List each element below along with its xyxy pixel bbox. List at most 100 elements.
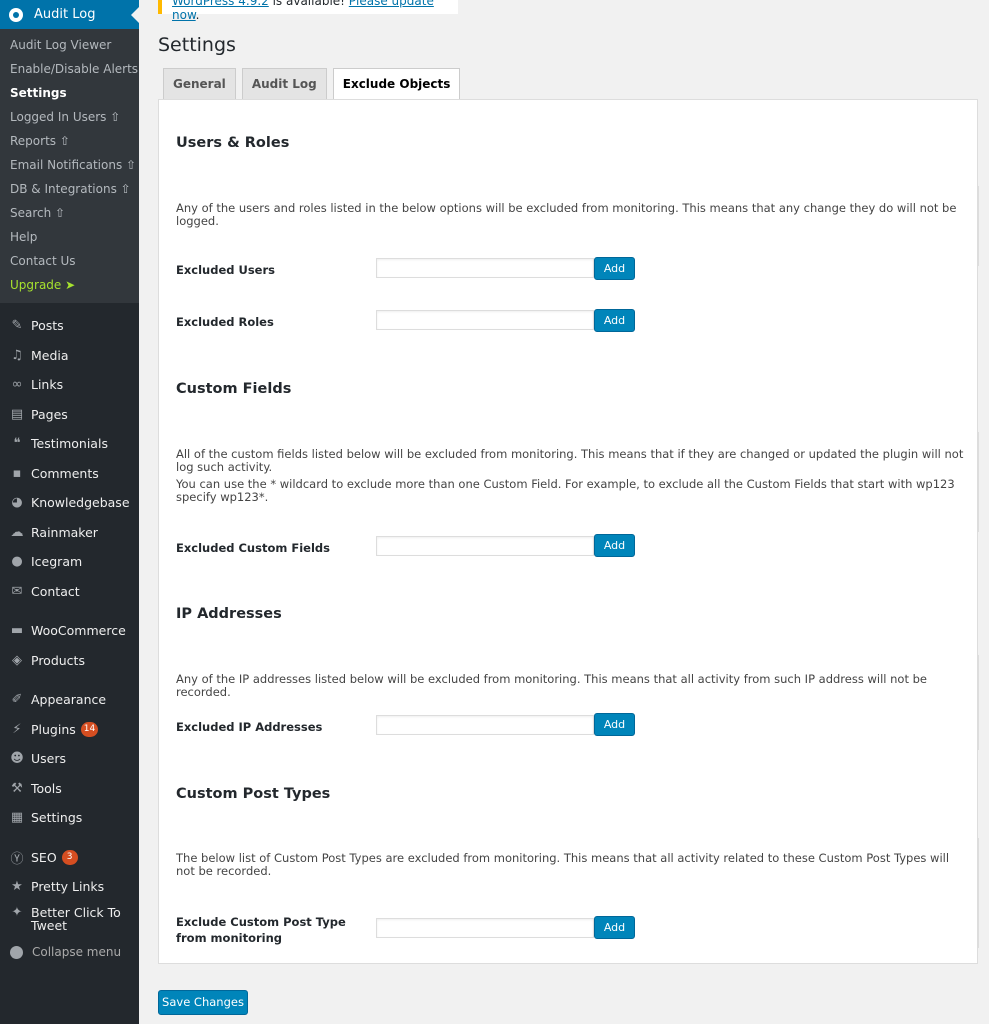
- menu-comments-label: Comments: [31, 465, 99, 481]
- seo-count-badge: 3: [61, 849, 78, 865]
- menu-contact-label: Contact: [31, 583, 80, 599]
- submenu-search[interactable]: Search ⇧: [0, 201, 139, 225]
- menu-settings[interactable]: ▦ Settings: [0, 803, 139, 833]
- add-excluded-custom-field-button[interactable]: Add: [594, 534, 635, 557]
- collapse-icon: [10, 945, 23, 959]
- save-changes-button[interactable]: Save Changes: [158, 990, 248, 1015]
- exclude-custom-post-type-input[interactable]: [376, 918, 594, 938]
- pin-icon: ✎: [11, 318, 23, 334]
- excluded-ip-addresses-input[interactable]: [376, 715, 594, 735]
- menu-pages[interactable]: ▤ Pages: [0, 400, 139, 430]
- menu-testimonials[interactable]: ❝ Testimonials: [0, 429, 139, 459]
- menu-seo[interactable]: Ⓨ SEO 3: [0, 843, 139, 873]
- menu-links[interactable]: ∞ Links: [0, 370, 139, 400]
- menu-appearance[interactable]: ✐ Appearance: [0, 685, 139, 715]
- submenu-settings[interactable]: Settings: [0, 81, 139, 105]
- add-excluded-role-button[interactable]: Add: [594, 309, 635, 332]
- menu-pretty-links-label: Pretty Links: [31, 879, 105, 895]
- menu-pretty-links[interactable]: ★ Pretty Links: [0, 872, 139, 902]
- box-icon: ◈: [12, 652, 22, 668]
- menu-tools-label: Tools: [31, 780, 62, 796]
- wrench-icon: ⚒: [11, 780, 23, 796]
- collapse-menu-button[interactable]: Collapse menu: [0, 938, 139, 968]
- menu-products[interactable]: ◈ Products: [0, 646, 139, 676]
- submenu-help[interactable]: Help: [0, 225, 139, 249]
- menu-audit-log[interactable]: Audit Log: [0, 0, 139, 29]
- menu-seo-label: SEO: [31, 849, 57, 865]
- users-roles-description: Any of the users and roles listed in the…: [176, 201, 957, 228]
- divider: [978, 186, 979, 266]
- submenu-upgrade[interactable]: Upgrade ➤: [0, 273, 139, 297]
- submenu-db-integrations[interactable]: DB & Integrations ⇧: [0, 177, 139, 201]
- excluded-custom-fields-input[interactable]: [376, 536, 594, 556]
- menu-icegram[interactable]: ● Icegram: [0, 547, 139, 577]
- user-icon: ☻: [10, 751, 24, 767]
- menu-better-click-to-tweet[interactable]: ✦ Better Click To Tweet: [0, 902, 139, 938]
- wordpress-version-link[interactable]: WordPress 4.9.2: [172, 0, 269, 8]
- star-icon: ★: [11, 879, 23, 895]
- audit-log-submenu: Audit Log Viewer Enable/Disable Alerts S…: [0, 29, 139, 303]
- link-icon: ∞: [11, 377, 23, 393]
- submenu-logged-in-users[interactable]: Logged In Users ⇧: [0, 105, 139, 129]
- settings-tabs: General Audit Log Exclude Objects: [163, 68, 466, 100]
- tab-exclude-objects[interactable]: Exclude Objects: [332, 68, 461, 100]
- excluded-ip-addresses-label: Excluded IP Addresses: [176, 720, 323, 734]
- comment-icon: ▪: [12, 465, 22, 481]
- custom-post-types-description: The below list of Custom Post Types are …: [176, 851, 950, 878]
- menu-rainmaker-label: Rainmaker: [31, 524, 98, 540]
- menu-users[interactable]: ☻ Users: [0, 744, 139, 774]
- excluded-roles-input[interactable]: [376, 310, 594, 330]
- add-excluded-post-type-button[interactable]: Add: [594, 916, 635, 939]
- submenu-contact-us[interactable]: Contact Us: [0, 249, 139, 273]
- collapse-menu-label: Collapse menu: [32, 945, 122, 960]
- seo-icon: Ⓨ: [10, 851, 24, 867]
- excluded-users-input[interactable]: [376, 258, 594, 278]
- media-icon: ♫: [11, 347, 23, 363]
- menu-knowledgebase[interactable]: ◕ Knowledgebase: [0, 488, 139, 518]
- menu-products-label: Products: [31, 652, 85, 668]
- menu-media-label: Media: [31, 347, 69, 363]
- menu-posts-label: Posts: [31, 318, 64, 334]
- main-menu: ✎ Posts ♫ Media ∞ Links ▤ Pages ❝ Testimonial…: [0, 303, 139, 967]
- tab-audit-log[interactable]: Audit Log: [241, 68, 327, 99]
- excluded-custom-fields-label: Excluded Custom Fields: [176, 541, 330, 555]
- menu-users-label: Users: [31, 751, 67, 767]
- knowledgebase-icon: ◕: [11, 495, 23, 511]
- ip-addresses-description: Any of the IP addresses listed below wil…: [176, 672, 928, 699]
- exclude-custom-post-type-label: Exclude Custom Post Type from monitoring: [176, 915, 346, 945]
- update-notice: WordPress 4.9.2 is available! Please upd…: [158, 0, 458, 22]
- divider: [978, 432, 979, 532]
- plugin-icon: ⚡: [12, 721, 22, 737]
- admin-sidebar: Audit Log Audit Log Viewer Enable/Disabl…: [0, 0, 139, 1024]
- menu-links-label: Links: [31, 377, 64, 393]
- submenu-audit-log-viewer[interactable]: Audit Log Viewer: [0, 33, 139, 57]
- menu-posts[interactable]: ✎ Posts: [0, 311, 139, 341]
- menu-plugins[interactable]: ⚡ Plugins 14: [0, 715, 139, 745]
- menu-audit-log-label: Audit Log: [34, 7, 96, 22]
- add-excluded-ip-button[interactable]: Add: [594, 713, 635, 736]
- woocommerce-icon: ▬: [10, 623, 24, 639]
- menu-woocommerce[interactable]: ▬ WooCommerce: [0, 616, 139, 646]
- submenu-email-notifications[interactable]: Email Notifications ⇧: [0, 153, 139, 177]
- page-title: Settings: [158, 34, 236, 56]
- menu-appearance-label: Appearance: [31, 692, 107, 708]
- menu-comments[interactable]: ▪ Comments: [0, 459, 139, 489]
- tab-general[interactable]: General: [163, 68, 236, 99]
- menu-contact[interactable]: ✉ Contact: [0, 577, 139, 607]
- audit-log-icon: [9, 7, 23, 22]
- menu-tools[interactable]: ⚒ Tools: [0, 774, 139, 804]
- add-excluded-user-button[interactable]: Add: [594, 257, 635, 280]
- menu-icegram-label: Icegram: [31, 554, 83, 570]
- update-notice-period: .: [195, 8, 200, 22]
- section-title-users-roles: Users & Roles: [176, 135, 290, 151]
- menu-better-click-to-tweet-label: Better Click To Tweet: [31, 904, 121, 933]
- submenu-reports[interactable]: Reports ⇧: [0, 129, 139, 153]
- icegram-icon: ●: [11, 554, 23, 570]
- settings-panel: [158, 99, 978, 964]
- update-notice-text: is available!: [268, 0, 349, 8]
- menu-rainmaker[interactable]: ☁ Rainmaker: [0, 518, 139, 548]
- custom-fields-description: All of the custom fields listed below wi…: [176, 447, 964, 474]
- submenu-enable-disable-alerts[interactable]: Enable/Disable Alerts: [0, 57, 139, 81]
- menu-media[interactable]: ♫ Media: [0, 341, 139, 371]
- twitter-icon: ✦: [11, 904, 23, 920]
